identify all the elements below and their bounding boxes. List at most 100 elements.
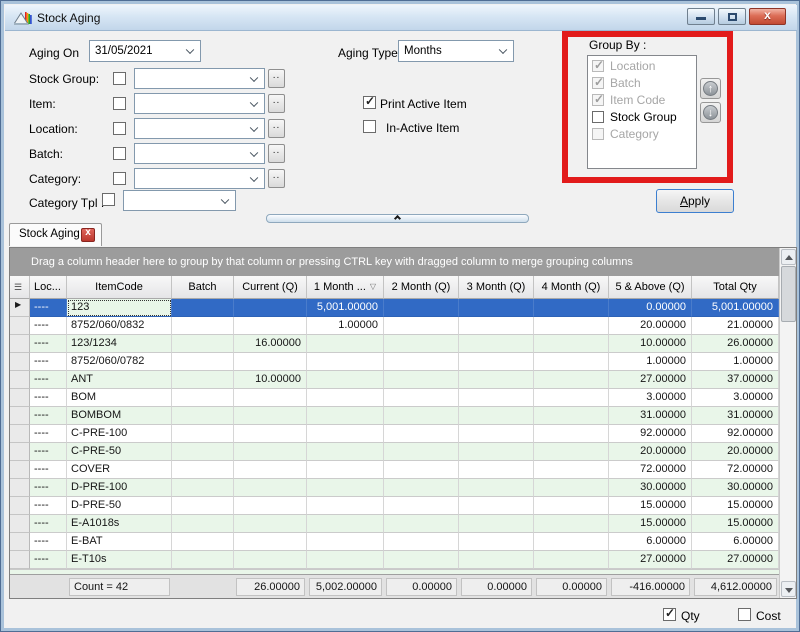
grid-cell[interactable]: ----	[30, 371, 67, 389]
title-bar[interactable]: Stock Aging	[5, 5, 797, 31]
column-header[interactable]: 3 Month (Q)	[459, 276, 534, 299]
grid-cell[interactable]: 3.00000	[692, 389, 779, 407]
table-row[interactable]: ----ANT10.0000027.0000037.00000	[10, 371, 779, 389]
grid-cell[interactable]	[459, 515, 534, 533]
grid-cell[interactable]: 72.00000	[692, 461, 779, 479]
grid-cell[interactable]	[172, 479, 234, 497]
grid-cell[interactable]	[172, 299, 234, 317]
grid-cell[interactable]: 30.00000	[692, 479, 779, 497]
grid-cell[interactable]	[459, 317, 534, 335]
grid-cell[interactable]	[384, 497, 459, 515]
ellipsis-button[interactable]: ..	[268, 119, 285, 138]
grid-cell[interactable]: ----	[30, 551, 67, 569]
grid-cell[interactable]	[384, 371, 459, 389]
grid-cell[interactable]	[234, 389, 307, 407]
scroll-up-button[interactable]	[781, 249, 796, 265]
grid-cell[interactable]	[459, 335, 534, 353]
grid-cell[interactable]: ----	[30, 497, 67, 515]
grid-cell[interactable]	[307, 461, 384, 479]
table-row[interactable]: ----1235,001.000000.000005,001.00000	[10, 299, 779, 317]
grid-cell[interactable]	[234, 461, 307, 479]
grid-cell[interactable]	[172, 533, 234, 551]
grid-cell[interactable]	[459, 371, 534, 389]
filter-combo[interactable]	[134, 118, 265, 139]
grid-cell[interactable]	[307, 353, 384, 371]
grid-cell[interactable]: 72.00000	[609, 461, 692, 479]
grid-cell[interactable]	[384, 317, 459, 335]
grid-cell[interactable]: ----	[30, 533, 67, 551]
ellipsis-button[interactable]: ..	[268, 69, 285, 88]
grid-cell[interactable]: 20.00000	[692, 443, 779, 461]
grid-cell[interactable]: ----	[30, 461, 67, 479]
grid-cell[interactable]: 6.00000	[609, 533, 692, 551]
column-header[interactable]: 5 & Above (Q)	[609, 276, 692, 299]
grid-cell[interactable]: 8752/060/0782	[67, 353, 172, 371]
grid-cell[interactable]: E-BAT	[67, 533, 172, 551]
grid-cell[interactable]	[459, 299, 534, 317]
grid-cell[interactable]	[534, 425, 609, 443]
grid-cell[interactable]	[534, 461, 609, 479]
maximize-button[interactable]	[718, 8, 746, 25]
grid-cell[interactable]	[172, 461, 234, 479]
grid-cell[interactable]	[384, 299, 459, 317]
filter-combo[interactable]	[134, 168, 265, 189]
aging-on-combo[interactable]: 31/05/2021	[89, 40, 201, 62]
grid-cell[interactable]: BOMBOM	[67, 407, 172, 425]
grid-cell[interactable]	[307, 497, 384, 515]
grid-cell[interactable]	[307, 533, 384, 551]
grid-cell[interactable]	[384, 461, 459, 479]
table-row[interactable]: ----D-PRE-10030.0000030.00000	[10, 479, 779, 497]
grid-cell[interactable]: 27.00000	[609, 551, 692, 569]
table-row[interactable]: ----E-BAT6.000006.00000	[10, 533, 779, 551]
grid-cell[interactable]: ----	[30, 353, 67, 371]
filter-combo[interactable]	[134, 143, 265, 164]
qty-checkbox[interactable]	[663, 608, 676, 621]
apply-button[interactable]: Apply	[656, 189, 734, 213]
grid-cell[interactable]: 92.00000	[609, 425, 692, 443]
grid-cell[interactable]: 15.00000	[609, 497, 692, 515]
grid-cell[interactable]: BOM	[67, 389, 172, 407]
grid-cell[interactable]	[234, 443, 307, 461]
grid-cell[interactable]	[172, 389, 234, 407]
table-row[interactable]: ----8752/060/07821.000001.00000	[10, 353, 779, 371]
filter-combo[interactable]	[134, 68, 265, 89]
table-row[interactable]: ----COVER 72.0000072.00000	[10, 461, 779, 479]
grid-cell[interactable]	[384, 389, 459, 407]
grid-cell[interactable]	[534, 407, 609, 425]
inactive-item-checkbox[interactable]	[363, 120, 376, 133]
grid-cell[interactable]	[172, 515, 234, 533]
grid-cell[interactable]	[307, 389, 384, 407]
splitter-handle[interactable]	[266, 214, 529, 223]
close-button[interactable]	[749, 8, 786, 25]
grid-cell[interactable]	[384, 533, 459, 551]
grid-cell[interactable]: 1.00000	[609, 353, 692, 371]
grid-cell[interactable]	[172, 407, 234, 425]
grid-cell[interactable]: 0.00000	[609, 299, 692, 317]
grid-cell[interactable]	[172, 335, 234, 353]
grid-cell[interactable]	[534, 497, 609, 515]
grid-cell[interactable]	[307, 371, 384, 389]
table-row[interactable]: ----C-PRE-5020.0000020.00000	[10, 443, 779, 461]
grid-cell[interactable]: ----	[30, 407, 67, 425]
grid-cell[interactable]	[384, 551, 459, 569]
grid-cell[interactable]	[534, 389, 609, 407]
grid-cell[interactable]: COVER	[67, 461, 172, 479]
grid-cell[interactable]	[534, 515, 609, 533]
grid-cell[interactable]: 123/1234	[67, 335, 172, 353]
grid-cell[interactable]: 27.00000	[609, 371, 692, 389]
filter-checkbox[interactable]	[113, 97, 126, 110]
cost-checkbox[interactable]	[738, 608, 751, 621]
grid-cell[interactable]: ----	[30, 515, 67, 533]
grid-cell[interactable]: E-T10s	[67, 551, 172, 569]
grid-cell[interactable]: 3.00000	[609, 389, 692, 407]
grid-cell[interactable]	[234, 407, 307, 425]
grid-cell[interactable]	[459, 425, 534, 443]
grid-cell[interactable]	[384, 335, 459, 353]
grid-cell[interactable]: ----	[30, 299, 67, 317]
table-row[interactable]: ----E-A1018s15.0000015.00000	[10, 515, 779, 533]
column-header[interactable]: Current (Q)	[234, 276, 307, 299]
grid-cell[interactable]: 27.00000	[692, 551, 779, 569]
column-header[interactable]: Loc...	[30, 276, 67, 299]
filter-checkbox[interactable]	[113, 72, 126, 85]
grid-cell[interactable]: 15.00000	[609, 515, 692, 533]
